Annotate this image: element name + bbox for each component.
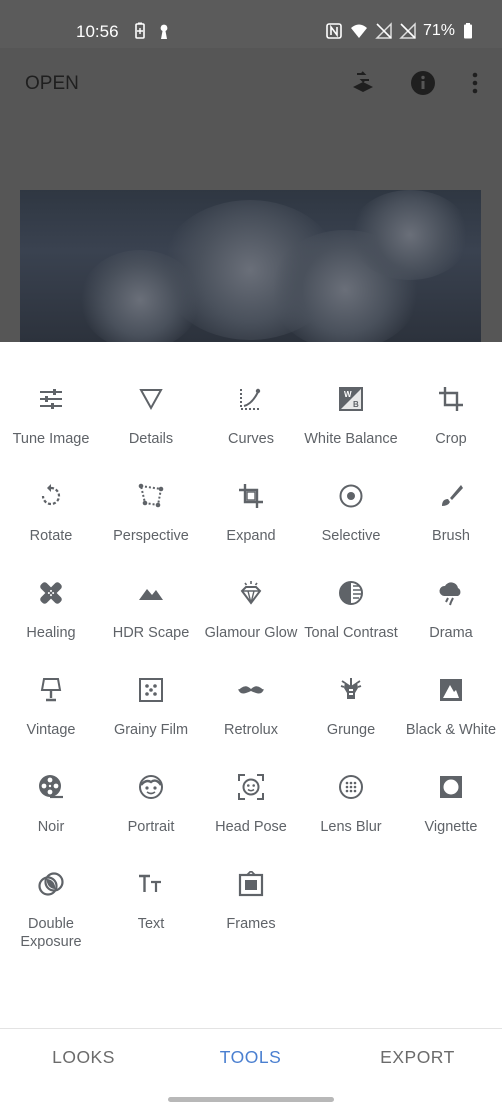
dimmed-editor: OPEN xyxy=(0,48,502,350)
guitar-icon xyxy=(340,678,362,699)
tool-curves[interactable]: Curves xyxy=(201,342,301,447)
white-balance-icon: WB xyxy=(339,387,363,411)
tool-label: Lens Blur xyxy=(320,819,382,835)
tool-label: Text xyxy=(137,916,165,932)
layers-history-icon[interactable] xyxy=(350,70,376,96)
brush-icon xyxy=(442,485,463,506)
tool-retrolux[interactable]: Retrolux xyxy=(201,633,301,738)
rotate-icon xyxy=(41,484,61,506)
tool-head-pose[interactable]: Head Pose xyxy=(201,730,301,835)
signal-off-icon-2 xyxy=(399,22,416,39)
frames-icon xyxy=(238,871,264,897)
battery-percent: 71% xyxy=(423,22,456,39)
wifi-icon xyxy=(351,24,367,38)
tool-white-balance[interactable]: WB White Balance xyxy=(301,342,401,447)
tool-double-exposure[interactable]: Double Exposure xyxy=(1,827,101,950)
tool-noir[interactable]: Noir xyxy=(1,730,101,835)
tool-selective[interactable]: Selective xyxy=(301,439,401,544)
diamond-icon xyxy=(240,581,262,605)
double-exposure-icon xyxy=(38,872,64,896)
tools-sheet: Tune Image Details Curves WB White Balan… xyxy=(0,342,502,1028)
tune-icon xyxy=(40,389,62,409)
head-pose-icon xyxy=(238,774,264,800)
lens-blur-icon xyxy=(339,775,363,799)
tool-portrait[interactable]: Portrait xyxy=(101,730,201,835)
nfc-icon xyxy=(326,23,342,39)
cloud-rain-icon xyxy=(439,582,461,606)
tool-grainy-film[interactable]: Grainy Film xyxy=(101,633,201,738)
tool-frames[interactable]: Frames xyxy=(201,827,301,932)
film-reel-icon xyxy=(39,775,63,799)
lock-icon xyxy=(160,24,168,39)
vignette-icon xyxy=(440,776,462,798)
gesture-handle[interactable] xyxy=(168,1097,334,1102)
tool-tonal-contrast[interactable]: Tonal Contrast xyxy=(301,536,401,641)
more-vert-icon[interactable] xyxy=(462,70,488,96)
tool-black-white[interactable]: Black & White xyxy=(401,633,501,738)
curves-icon xyxy=(240,388,261,410)
tool-glamour-glow[interactable]: Glamour Glow xyxy=(201,536,301,641)
tool-vintage[interactable]: Vintage xyxy=(1,633,101,738)
tab-looks[interactable]: LOOKS xyxy=(0,1047,167,1068)
tool-label: Double Exposure xyxy=(20,916,82,950)
tonal-contrast-icon xyxy=(339,581,363,605)
battery-saver-icon xyxy=(135,22,145,39)
tool-expand[interactable]: Expand xyxy=(201,439,301,544)
tool-lens-blur[interactable]: Lens Blur xyxy=(301,730,401,835)
crop-icon xyxy=(439,387,463,411)
tool-text[interactable]: Text xyxy=(101,827,201,932)
mustache-icon xyxy=(238,686,264,694)
tool-details[interactable]: Details xyxy=(101,342,201,447)
healing-icon xyxy=(40,582,62,604)
svg-text:W: W xyxy=(344,390,352,399)
expand-icon xyxy=(239,484,263,508)
lamp-icon xyxy=(40,678,62,702)
status-bar: 10:56 71% xyxy=(0,0,502,48)
info-icon[interactable] xyxy=(410,70,436,96)
mountains-icon xyxy=(139,589,163,600)
signal-off-icon xyxy=(375,22,392,39)
tool-crop[interactable]: Crop xyxy=(401,342,501,447)
tool-perspective[interactable]: Perspective xyxy=(101,439,201,544)
grain-icon xyxy=(139,678,163,702)
face-icon xyxy=(139,775,163,799)
status-time: 10:56 xyxy=(76,22,119,41)
text-icon xyxy=(139,874,161,892)
details-triangle-icon xyxy=(139,389,163,411)
black-white-icon xyxy=(440,679,462,701)
tool-drama[interactable]: Drama xyxy=(401,536,501,641)
svg-text:B: B xyxy=(353,400,359,409)
tool-hdr-scape[interactable]: HDR Scape xyxy=(101,536,201,641)
tab-export[interactable]: EXPORT xyxy=(334,1047,501,1068)
photo-preview xyxy=(20,190,481,350)
perspective-icon xyxy=(138,483,164,508)
tool-vignette[interactable]: Vignette xyxy=(401,730,501,835)
battery-icon xyxy=(464,23,472,39)
tool-label: Vignette xyxy=(424,819,478,835)
tool-grunge[interactable]: Grunge xyxy=(301,633,401,738)
tool-healing[interactable]: Healing xyxy=(1,536,101,641)
selective-icon xyxy=(339,484,363,508)
tool-tune-image[interactable]: Tune Image xyxy=(1,342,101,447)
open-button[interactable]: OPEN xyxy=(25,73,79,95)
tool-rotate[interactable]: Rotate xyxy=(1,439,101,544)
tool-label: Frames xyxy=(226,916,276,932)
tab-tools[interactable]: TOOLS xyxy=(167,1047,334,1068)
tool-brush[interactable]: Brush xyxy=(401,439,501,544)
